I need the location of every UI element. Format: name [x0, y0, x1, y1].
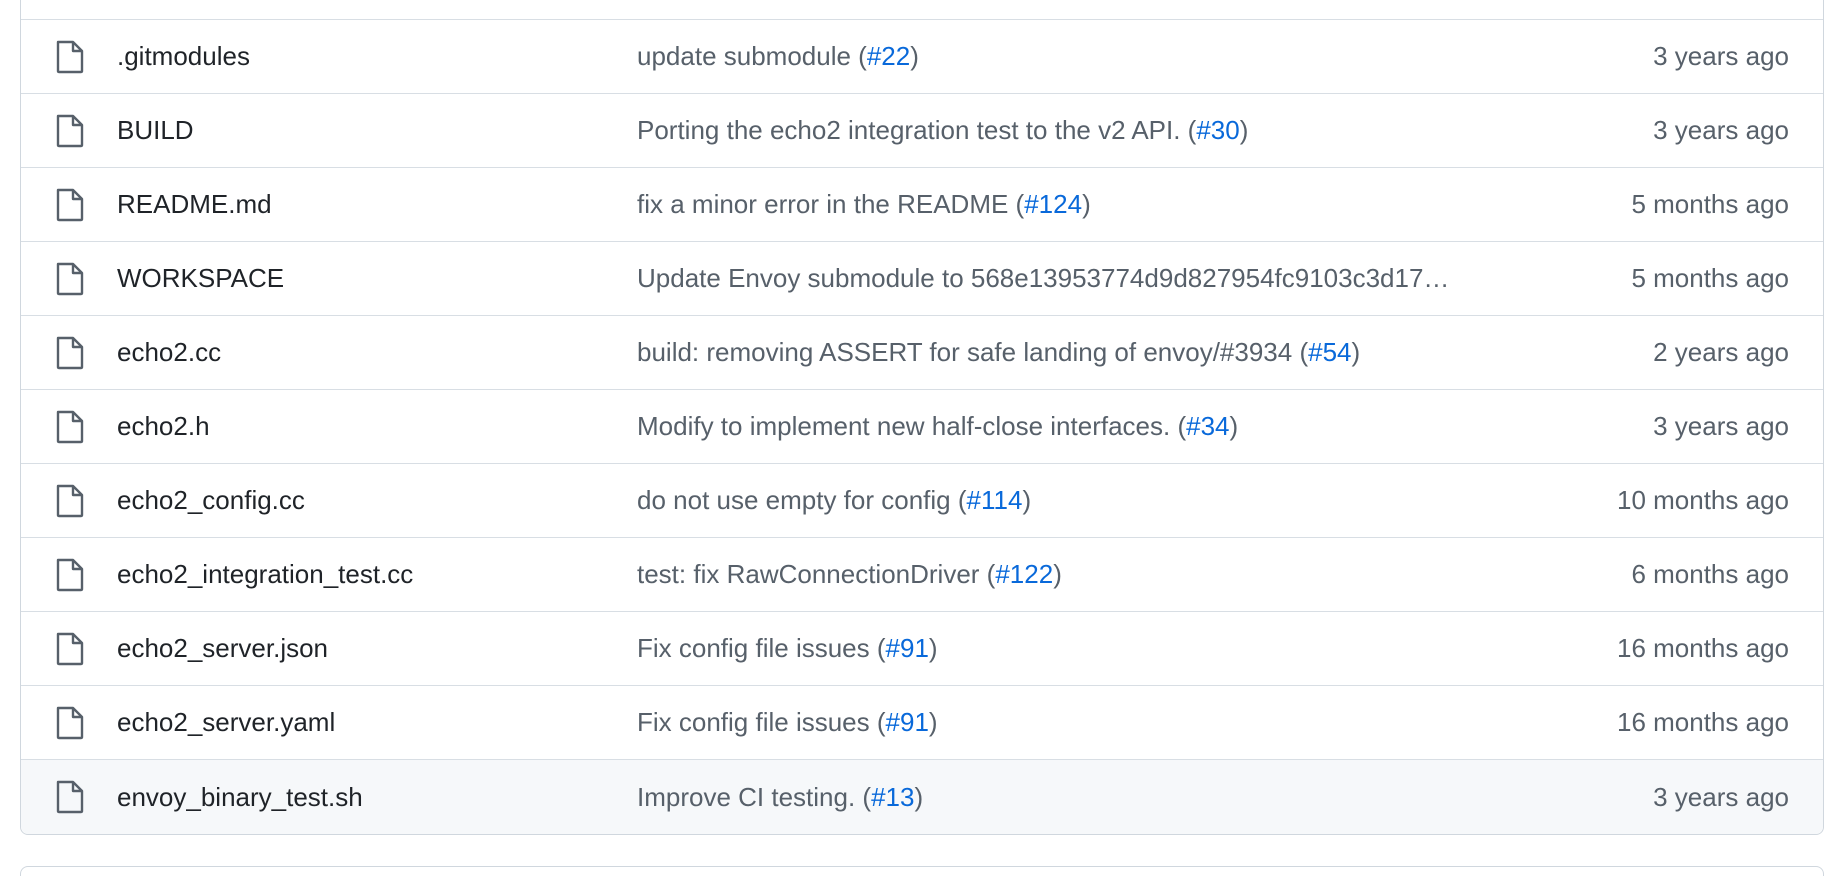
file-row[interactable]: echo2_config.cc do not use empty for con… — [21, 464, 1823, 538]
file-name-link[interactable]: echo2_server.yaml — [117, 707, 335, 738]
issue-link[interactable]: #34 — [1186, 411, 1229, 441]
issue-link[interactable]: #30 — [1196, 115, 1239, 145]
file-list-header-edge — [21, 0, 1823, 20]
commit-message: Modify to implement new half-close inter… — [637, 411, 1238, 442]
file-name-link[interactable]: echo2.cc — [117, 337, 221, 368]
commit-message-link[interactable]: Improve CI testing. ( — [637, 782, 871, 812]
file-icon — [55, 706, 85, 740]
commit-message-suffix[interactable]: ) — [910, 41, 919, 71]
commit-message-link[interactable]: Modify to implement new half-close inter… — [637, 411, 1186, 441]
commit-message: Fix config file issues (#91) — [637, 633, 938, 664]
commit-age: 6 months ago — [1631, 559, 1789, 589]
commit-age: 3 years ago — [1653, 115, 1789, 145]
readme-box-edge — [20, 866, 1824, 876]
commit-age: 3 years ago — [1653, 41, 1789, 71]
issue-link[interactable]: #91 — [886, 633, 929, 663]
file-row[interactable]: envoy_binary_test.sh Improve CI testing.… — [21, 760, 1823, 834]
file-name-link[interactable]: echo2_integration_test.cc — [117, 559, 413, 590]
file-icon — [55, 780, 85, 814]
commit-message: Improve CI testing. (#13) — [637, 782, 923, 813]
file-name-link[interactable]: echo2.h — [117, 411, 210, 442]
file-name-link[interactable]: WORKSPACE — [117, 263, 284, 294]
file-row[interactable]: BUILD Porting the echo2 integration test… — [21, 94, 1823, 168]
commit-message: update submodule (#22) — [637, 41, 919, 72]
commit-message-suffix[interactable]: ) — [929, 707, 938, 737]
file-row[interactable]: README.md fix a minor error in the READM… — [21, 168, 1823, 242]
file-row[interactable]: WORKSPACE Update Envoy submodule to 568e… — [21, 242, 1823, 316]
commit-age: 3 years ago — [1653, 411, 1789, 441]
commit-message: build: removing ASSERT for safe landing … — [637, 337, 1360, 368]
commit-message: Update Envoy submodule to 568e13953774d9… — [637, 263, 1449, 294]
file-icon — [55, 484, 85, 518]
file-icon — [55, 40, 85, 74]
file-icon — [55, 632, 85, 666]
issue-link[interactable]: #114 — [967, 485, 1023, 515]
commit-message: Porting the echo2 integration test to th… — [637, 115, 1248, 146]
commit-message-link[interactable]: test: fix RawConnectionDriver ( — [637, 559, 995, 589]
file-name-link[interactable]: echo2_server.json — [117, 633, 328, 664]
issue-link[interactable]: #22 — [867, 41, 910, 71]
commit-message-link[interactable]: do not use empty for config ( — [637, 485, 967, 515]
file-row[interactable]: echo2.h Modify to implement new half-clo… — [21, 390, 1823, 464]
commit-age: 16 months ago — [1616, 633, 1789, 663]
file-row[interactable]: .gitmodules update submodule (#22) 3 yea… — [21, 20, 1823, 94]
file-name-link[interactable]: echo2_config.cc — [117, 485, 305, 516]
repo-file-browser: .gitmodules update submodule (#22) 3 yea… — [0, 0, 1836, 876]
commit-message-link[interactable]: Update Envoy submodule to 568e13953774d9… — [637, 263, 1449, 293]
issue-link[interactable]: #124 — [1024, 189, 1082, 219]
commit-message-suffix[interactable]: ) — [914, 782, 923, 812]
commit-message-suffix[interactable]: ) — [1352, 337, 1361, 367]
commit-message-link[interactable]: update submodule ( — [637, 41, 867, 71]
commit-age: 16 months ago — [1616, 707, 1789, 737]
commit-age: 3 years ago — [1653, 781, 1789, 812]
file-row[interactable]: echo2_server.json Fix config file issues… — [21, 612, 1823, 686]
file-icon — [55, 558, 85, 592]
file-name-link[interactable]: BUILD — [117, 115, 194, 146]
file-icon — [55, 188, 85, 222]
issue-link[interactable]: #122 — [995, 559, 1053, 589]
commit-message-suffix[interactable]: ) — [929, 633, 938, 663]
commit-message: do not use empty for config (#114) — [637, 485, 1031, 516]
commit-message: fix a minor error in the README (#124) — [637, 189, 1091, 220]
commit-message-suffix[interactable]: ) — [1082, 189, 1091, 219]
issue-link[interactable]: #54 — [1308, 337, 1351, 367]
file-list: .gitmodules update submodule (#22) 3 yea… — [20, 0, 1824, 835]
commit-message: Fix config file issues (#91) — [637, 707, 938, 738]
commit-message-link[interactable]: Porting the echo2 integration test to th… — [637, 115, 1196, 145]
commit-message-suffix[interactable]: ) — [1022, 485, 1031, 515]
commit-message-suffix[interactable]: ) — [1230, 411, 1239, 441]
commit-age: 5 months ago — [1631, 263, 1789, 293]
commit-age: 10 months ago — [1616, 485, 1789, 515]
file-icon — [55, 410, 85, 444]
file-name-link[interactable]: envoy_binary_test.sh — [117, 782, 363, 813]
commit-message-link[interactable]: Fix config file issues ( — [637, 707, 886, 737]
commit-message-link[interactable]: build: removing ASSERT for safe landing … — [637, 337, 1308, 367]
file-row[interactable]: echo2_server.yaml Fix config file issues… — [21, 686, 1823, 760]
commit-message-suffix[interactable]: ) — [1240, 115, 1249, 145]
file-icon — [55, 114, 85, 148]
issue-link[interactable]: #91 — [886, 707, 929, 737]
file-row[interactable]: echo2.cc build: removing ASSERT for safe… — [21, 316, 1823, 390]
commit-message-link[interactable]: fix a minor error in the README ( — [637, 189, 1024, 219]
file-name-link[interactable]: README.md — [117, 189, 272, 220]
commit-message-suffix[interactable]: ) — [1053, 559, 1062, 589]
commit-message-link[interactable]: Fix config file issues ( — [637, 633, 886, 663]
file-row[interactable]: echo2_integration_test.cc test: fix RawC… — [21, 538, 1823, 612]
issue-link[interactable]: #13 — [871, 782, 914, 812]
commit-message: test: fix RawConnectionDriver (#122) — [637, 559, 1062, 590]
file-name-link[interactable]: .gitmodules — [117, 41, 250, 72]
file-icon — [55, 336, 85, 370]
commit-age: 5 months ago — [1631, 189, 1789, 219]
commit-age: 2 years ago — [1653, 337, 1789, 367]
file-icon — [55, 262, 85, 296]
